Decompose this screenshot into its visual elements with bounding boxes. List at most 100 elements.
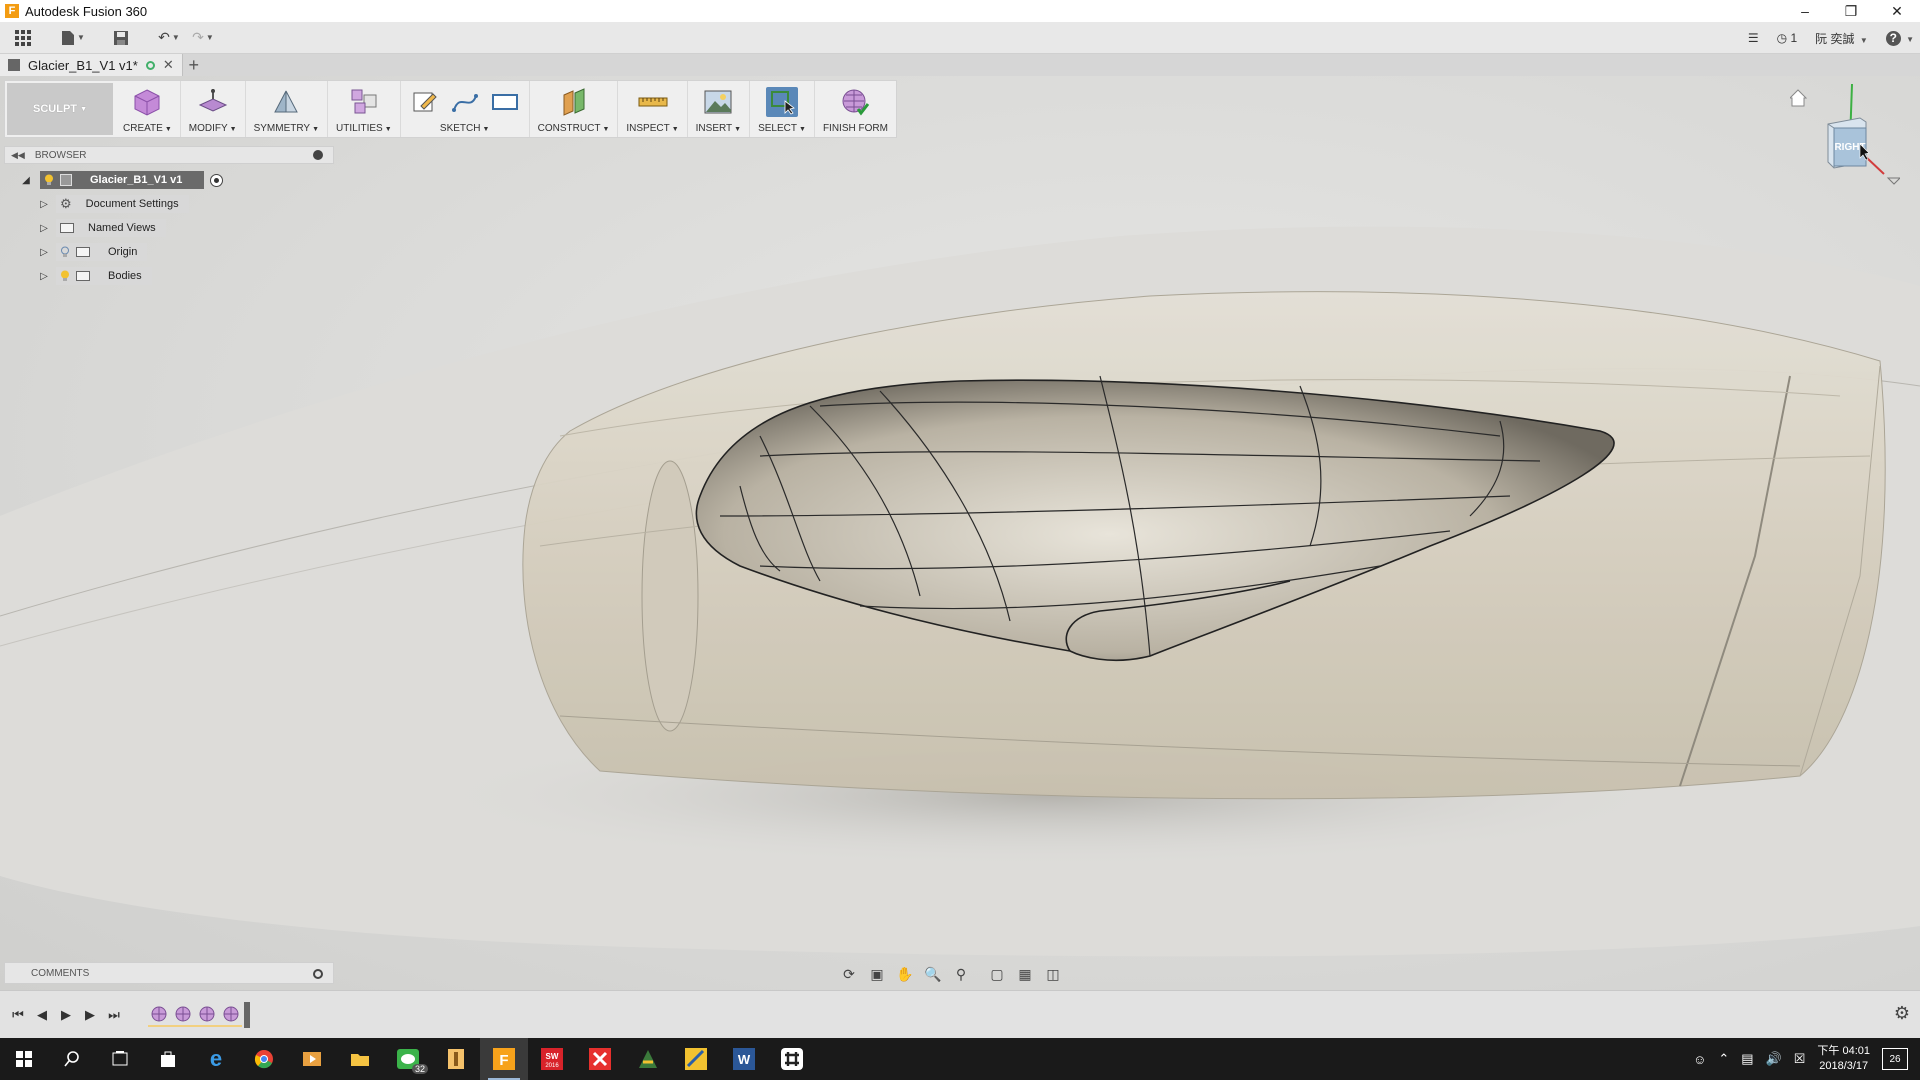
media-player-icon[interactable]	[288, 1038, 336, 1080]
xmind-icon[interactable]	[576, 1038, 624, 1080]
viewcube-menu-icon[interactable]	[1886, 177, 1902, 185]
visibility-bulb-icon[interactable]	[44, 174, 54, 186]
named-views-node[interactable]: Named Views	[56, 219, 166, 237]
timeline-settings-gear-icon[interactable]: ⚙	[1894, 1003, 1910, 1024]
system-clock[interactable]: 下午 04:01 2018/3/17	[1817, 1044, 1870, 1074]
play-icon[interactable]: ▶	[54, 1003, 78, 1027]
timeline-marker[interactable]	[244, 1001, 250, 1028]
home-view-icon[interactable]	[1788, 89, 1808, 107]
sketch-menu[interactable]: SKETCH ▼	[401, 81, 530, 137]
finish-form-button[interactable]: FINISH FORM	[815, 81, 896, 137]
spline-icon[interactable]	[449, 87, 481, 117]
visibility-bulb-icon[interactable]	[60, 270, 70, 282]
restore-button[interactable]: ❐	[1828, 0, 1874, 22]
create-sketch-icon[interactable]	[409, 87, 441, 117]
workspace-switcher[interactable]: SCULPT ▼	[7, 83, 113, 135]
network-icon[interactable]: ▤	[1741, 1051, 1753, 1067]
fit-icon[interactable]: ⚲	[950, 964, 972, 984]
form-feature-icon[interactable]	[172, 1003, 194, 1025]
browser-item-bodies[interactable]: ▷ Bodies	[4, 264, 334, 288]
expand-triangle-icon[interactable]: ▷	[38, 271, 50, 282]
notifications-icon[interactable]: ☰	[1748, 31, 1759, 45]
installer-icon[interactable]	[432, 1038, 480, 1080]
origin-node[interactable]: Origin	[56, 243, 148, 261]
save-button[interactable]	[108, 24, 134, 52]
browser-item-origin[interactable]: ▷ Origin	[4, 240, 334, 264]
action-center-icon[interactable]: 26	[1882, 1048, 1908, 1070]
form-feature-icon[interactable]	[148, 1003, 170, 1025]
user-account-menu[interactable]: 阮 奕誠 ▼	[1815, 30, 1868, 47]
collapse-triangle-icon[interactable]: ◢	[20, 175, 32, 186]
chrome-icon[interactable]	[240, 1038, 288, 1080]
close-button[interactable]: ✕	[1874, 0, 1920, 22]
slack-icon[interactable]	[768, 1038, 816, 1080]
browser-item-named-views[interactable]: ▷ Named Views	[4, 216, 334, 240]
expand-triangle-icon[interactable]: ▷	[38, 247, 50, 258]
people-icon[interactable]: ☺	[1693, 1052, 1706, 1067]
utilities-menu[interactable]: UTILITIES ▼	[328, 81, 401, 137]
svg-text:2016: 2016	[545, 1063, 559, 1069]
look-at-icon[interactable]: ▣	[866, 964, 888, 984]
visibility-bulb-off-icon[interactable]	[60, 246, 70, 258]
task-view-icon[interactable]	[96, 1038, 144, 1080]
browser-header[interactable]: ◀◀ BROWSER	[4, 146, 334, 164]
help-menu[interactable]: ? ▼	[1885, 30, 1914, 46]
go-to-end-icon[interactable]: ⏭	[102, 1003, 126, 1027]
rectangle-icon[interactable]	[489, 87, 521, 117]
form-feature-icon[interactable]	[196, 1003, 218, 1025]
show-hidden-icons-icon[interactable]: ⌃	[1718, 1051, 1729, 1067]
undo-button[interactable]: ↶ ▼	[156, 24, 182, 52]
python-app-icon[interactable]	[624, 1038, 672, 1080]
solidworks-icon[interactable]: SW 2016	[528, 1038, 576, 1080]
pan-hand-icon[interactable]: ✋	[894, 964, 916, 984]
minimize-button[interactable]: –	[1782, 0, 1828, 22]
create-menu[interactable]: CREATE ▼	[115, 81, 181, 137]
start-button[interactable]	[0, 1038, 48, 1080]
edge-browser-icon[interactable]: e	[192, 1038, 240, 1080]
word-icon[interactable]: W	[720, 1038, 768, 1080]
modify-menu[interactable]: MODIFY ▼	[181, 81, 246, 137]
add-comment-icon[interactable]	[313, 969, 323, 979]
expand-triangle-icon[interactable]: ▷	[38, 223, 50, 234]
volume-icon[interactable]: 🔊	[1766, 1051, 1782, 1067]
step-back-icon[interactable]: ◀	[30, 1003, 54, 1027]
viewports-icon[interactable]: ◫	[1042, 964, 1064, 984]
fusion360-taskbar-icon[interactable]: F	[480, 1038, 528, 1080]
orbit-icon[interactable]: ⟳	[838, 964, 860, 984]
viewcube[interactable]: RIGHT	[1788, 82, 1902, 192]
symmetry-menu[interactable]: SYMMETRY ▼	[246, 81, 329, 137]
store-icon[interactable]	[144, 1038, 192, 1080]
browser-root-node[interactable]: Glacier_B1_V1 v1	[40, 171, 205, 189]
browser-pin-icon[interactable]	[313, 150, 323, 160]
go-to-start-icon[interactable]: ⏮	[6, 1003, 30, 1027]
search-icon[interactable]	[48, 1038, 96, 1080]
expand-triangle-icon[interactable]: ▷	[38, 199, 50, 210]
document-tab[interactable]: Glacier_B1_V1 v1* ✕	[0, 54, 183, 76]
data-panel-grid-icon[interactable]	[10, 24, 36, 52]
ime-icon[interactable]: ☒	[1794, 1051, 1806, 1067]
collapse-browser-icon[interactable]: ◀◀	[11, 150, 25, 161]
select-menu[interactable]: SELECT ▼	[750, 81, 815, 137]
new-tab-button[interactable]: +	[183, 54, 205, 76]
close-tab-icon[interactable]: ✕	[163, 57, 174, 73]
bodies-node[interactable]: Bodies	[56, 267, 152, 285]
construct-menu[interactable]: CONSTRUCT ▼	[530, 81, 619, 137]
sketchbook-icon[interactable]	[672, 1038, 720, 1080]
form-feature-icon[interactable]	[220, 1003, 242, 1025]
redo-button[interactable]: ↷ ▼	[190, 24, 216, 52]
browser-root-row[interactable]: ◢ Glacier_B1_V1 v1	[4, 168, 334, 192]
zoom-icon[interactable]: 🔍	[922, 964, 944, 984]
browser-item-document-settings[interactable]: ▷ ⚙ Document Settings	[4, 192, 334, 216]
file-menu-button[interactable]: ▼	[60, 24, 86, 52]
insert-menu[interactable]: INSERT ▼	[688, 81, 751, 137]
display-settings-icon[interactable]: ▢	[986, 964, 1008, 984]
file-explorer-icon[interactable]	[336, 1038, 384, 1080]
grid-icon[interactable]: ▦	[1014, 964, 1036, 984]
document-settings-node[interactable]: ⚙ Document Settings	[56, 195, 189, 213]
wechat-icon[interactable]: 32	[384, 1038, 432, 1080]
activate-radio-icon[interactable]	[210, 173, 224, 187]
job-status[interactable]: ◷ 1	[1777, 31, 1798, 45]
inspect-menu[interactable]: INSPECT ▼	[618, 81, 688, 137]
comments-panel[interactable]: COMMENTS	[4, 962, 334, 984]
step-forward-icon[interactable]: ▶	[78, 1003, 102, 1027]
